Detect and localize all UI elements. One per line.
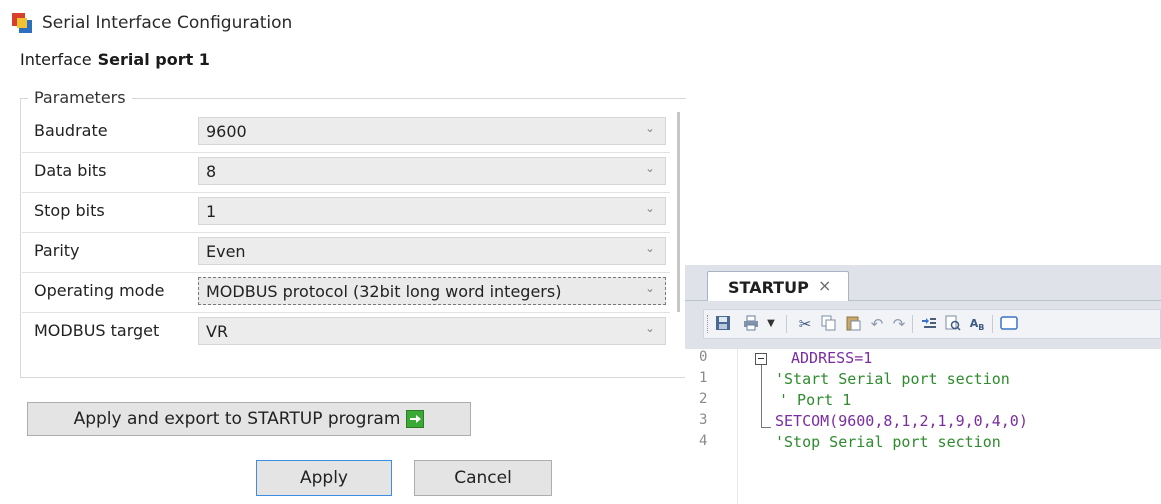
- apply-button[interactable]: Apply: [256, 460, 392, 496]
- chevron-down-icon: ⌄: [644, 121, 655, 135]
- modbus-target-value: VR: [206, 322, 229, 341]
- code-line: ADDRESS=1: [791, 349, 873, 367]
- app-icon: [12, 13, 32, 33]
- stop-bits-select[interactable]: 1 ⌄: [198, 197, 666, 225]
- parity-select[interactable]: Even ⌄: [198, 237, 666, 265]
- toolbar-separator: [912, 315, 913, 333]
- param-label: Baudrate: [34, 121, 108, 140]
- print-icon[interactable]: [742, 315, 760, 333]
- close-icon[interactable]: ×: [818, 276, 831, 295]
- code-line: SETCOM(9600,8,1,2,1,9,0,4,0): [775, 412, 1028, 430]
- line-number: 3: [699, 412, 708, 428]
- cut-icon[interactable]: ✂: [796, 315, 814, 333]
- tab-title: STARTUP: [728, 278, 809, 297]
- interface-label: Interface: [20, 50, 92, 69]
- save-icon[interactable]: [714, 315, 732, 333]
- chevron-down-icon: ⌄: [644, 241, 655, 255]
- toolbar-grip[interactable]: [707, 315, 710, 333]
- indent-icon[interactable]: [920, 315, 938, 333]
- copy-icon[interactable]: [820, 315, 838, 333]
- stop-bits-value: 1: [206, 202, 217, 221]
- code-line: 'Start Serial port section: [775, 370, 1010, 388]
- parameters-legend: Parameters: [28, 88, 132, 107]
- param-label: Operating mode: [34, 281, 165, 300]
- apply-label: Apply: [300, 468, 348, 488]
- window-title-bar: Serial Interface Configuration: [12, 10, 292, 36]
- line-number: 1: [699, 370, 708, 386]
- line-number: 0: [699, 349, 708, 365]
- apply-export-label: Apply and export to STARTUP program: [73, 409, 401, 429]
- param-row-stop-bits: Stop bits 1 ⌄: [22, 192, 670, 233]
- param-label: Stop bits: [34, 201, 105, 220]
- param-row-operating-mode: Operating mode MODBUS protocol (32bit lo…: [22, 272, 670, 313]
- param-row-data-bits: Data bits 8 ⌄: [22, 152, 670, 193]
- toolbar-separator: [992, 315, 993, 333]
- window-title: Serial Interface Configuration: [42, 13, 293, 33]
- chevron-down-icon: ⌄: [644, 281, 655, 295]
- gutter-divider: [737, 349, 738, 504]
- param-row-baudrate: Baudrate 9600 ⌄: [22, 112, 670, 153]
- operating-mode-value: MODBUS protocol (32bit long word integer…: [206, 282, 562, 301]
- window-icon[interactable]: [1000, 315, 1018, 333]
- fold-line: [761, 365, 762, 427]
- baudrate-value: 9600: [206, 122, 247, 141]
- param-label: Parity: [34, 241, 80, 260]
- replace-icon[interactable]: AB: [968, 315, 986, 333]
- fold-collapse-icon[interactable]: [755, 353, 767, 365]
- fold-end: [761, 427, 771, 428]
- param-label: Data bits: [34, 161, 107, 180]
- editor-toolbar: ▼ ✂ ↶ ↷ AB: [703, 309, 1161, 339]
- operating-mode-select[interactable]: MODBUS protocol (32bit long word integer…: [198, 277, 666, 305]
- export-arrow-icon: [406, 410, 425, 428]
- code-line: ' Port 1: [779, 391, 852, 409]
- undo-icon[interactable]: ↶: [868, 315, 886, 333]
- cancel-label: Cancel: [454, 468, 512, 488]
- code-editor-panel: STARTUP × ▼ ✂ ↶ ↷ AB 0 ADDRESS=1 1 'Star…: [685, 265, 1161, 504]
- line-number: 4: [699, 433, 708, 449]
- data-bits-select[interactable]: 8 ⌄: [198, 157, 666, 185]
- editor-tabstrip: STARTUP ×: [685, 265, 1161, 301]
- line-number: 2: [699, 391, 708, 407]
- data-bits-value: 8: [206, 162, 217, 181]
- find-icon[interactable]: [944, 315, 962, 333]
- param-label: MODBUS target: [34, 321, 160, 340]
- param-row-parity: Parity Even ⌄: [22, 232, 670, 273]
- apply-export-button[interactable]: Apply and export to STARTUP program: [27, 402, 471, 436]
- code-line: 'Stop Serial port section: [775, 433, 1001, 451]
- tab-startup[interactable]: STARTUP ×: [707, 271, 849, 301]
- chevron-down-icon: ⌄: [644, 201, 655, 215]
- chevron-down-icon: ⌄: [644, 321, 655, 335]
- chevron-down-icon: ⌄: [644, 161, 655, 175]
- cancel-button[interactable]: Cancel: [414, 460, 552, 496]
- code-area[interactable]: 0 ADDRESS=1 1 'Start Serial port section…: [685, 349, 1161, 504]
- toolbar-separator: [786, 315, 787, 333]
- redo-icon[interactable]: ↷: [890, 315, 908, 333]
- modbus-target-select[interactable]: VR ⌄: [198, 317, 666, 345]
- param-row-modbus-target: MODBUS target VR ⌄: [22, 312, 670, 352]
- interface-line: Interface Serial port 1: [20, 50, 210, 69]
- parity-value: Even: [206, 242, 246, 261]
- paste-icon[interactable]: [844, 315, 862, 333]
- interface-value: Serial port 1: [97, 50, 210, 69]
- parameters-scrollbar[interactable]: [677, 112, 680, 312]
- chevron-down-icon[interactable]: ▼: [762, 315, 780, 333]
- baudrate-select[interactable]: 9600 ⌄: [198, 117, 666, 145]
